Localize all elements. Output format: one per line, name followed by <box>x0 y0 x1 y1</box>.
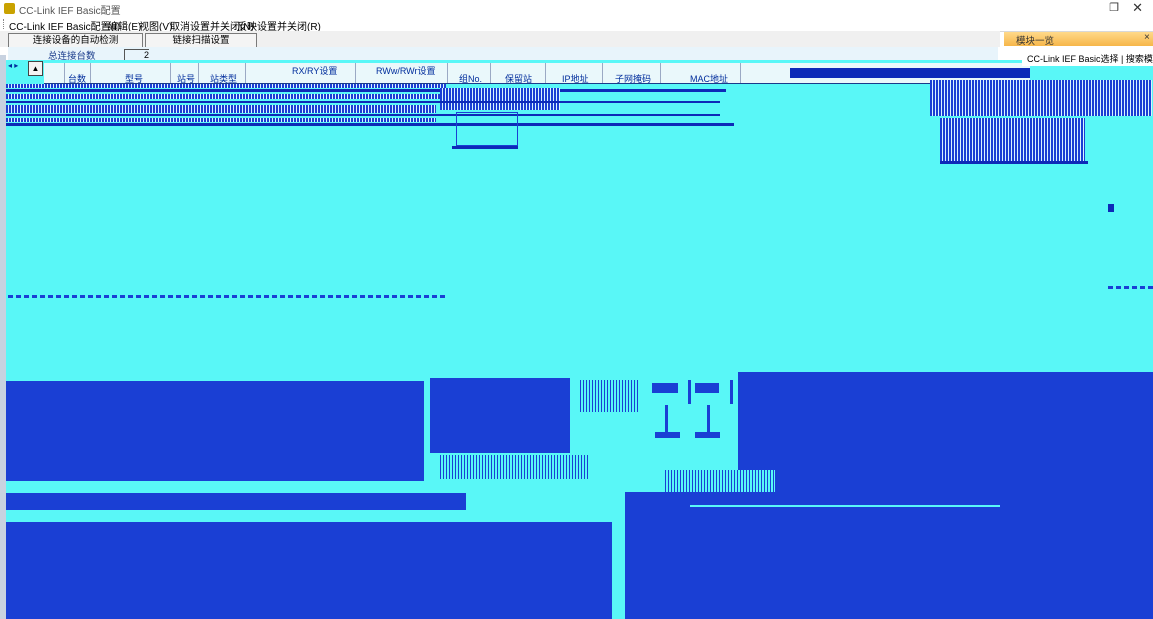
column-divider <box>602 63 603 83</box>
column-divider <box>64 63 65 83</box>
scroll-up-icon[interactable]: ▲ <box>28 61 43 76</box>
menu-grip-icon <box>3 19 6 29</box>
tab-ccl-select[interactable]: CC-Link IEF Basic选择 <box>1027 54 1119 64</box>
table-row-artifact <box>440 88 560 110</box>
lower-region-artifact <box>652 383 678 393</box>
lower-region-artifact <box>6 381 424 481</box>
lower-region-artifact <box>6 493 466 510</box>
link-scan-settings-button[interactable]: 链接扫描设置 <box>145 33 257 48</box>
title-bar <box>0 0 1153 17</box>
lower-region-artifact <box>695 383 719 393</box>
lower-region-artifact <box>770 482 1153 498</box>
lower-region-artifact <box>430 378 570 453</box>
column-divider <box>447 63 448 83</box>
column-divider <box>170 63 171 83</box>
column-divider <box>355 63 356 83</box>
panel-artifact <box>930 80 1152 116</box>
table-row-artifact <box>6 105 436 113</box>
restore-icon[interactable]: ❐ <box>1109 1 1119 14</box>
module-panel-title: 模块一览 <box>1016 36 1055 47</box>
column-divider <box>245 63 246 83</box>
table-row-artifact <box>6 101 720 103</box>
panel-artifact <box>790 68 1030 78</box>
table-nav-arrows-icon[interactable]: ◂ ▸ <box>8 61 18 70</box>
header-mac-address[interactable]: MAC地址 <box>690 72 728 85</box>
table-row-artifact <box>6 89 726 92</box>
panel-artifact <box>1108 204 1114 212</box>
header-rx-ry[interactable]: RX/RY设置 <box>292 64 337 77</box>
header-reserved[interactable]: 保留站 <box>505 72 532 85</box>
total-connections-value: 2 <box>124 49 149 60</box>
column-divider <box>545 63 546 83</box>
header-group-no[interactable]: 组No. <box>459 72 482 85</box>
app-icon <box>4 3 15 14</box>
lower-region-artifact <box>688 380 691 404</box>
table-row-artifact <box>6 114 720 116</box>
column-divider <box>740 63 741 83</box>
header-subnet-mask[interactable]: 子网掩码 <box>615 72 651 85</box>
column-divider <box>90 63 91 83</box>
table-row-artifact <box>6 84 446 88</box>
table-row-artifact <box>6 118 436 122</box>
close-icon[interactable]: ✕ <box>1132 0 1143 16</box>
header-ip-address[interactable]: IP地址 <box>562 72 589 85</box>
lower-region-artifact <box>707 405 710 437</box>
dotted-separator <box>8 295 448 298</box>
lower-region-artifact <box>730 380 733 404</box>
column-divider <box>660 63 661 83</box>
summary-row <box>8 47 998 60</box>
panel-close-icon[interactable]: × <box>1144 32 1150 43</box>
lower-region-artifact <box>625 492 1153 619</box>
panel-artifact <box>940 161 1088 164</box>
lower-region-artifact <box>6 522 612 619</box>
header-rwr-rww[interactable]: RWw/RWr设置 <box>376 64 436 77</box>
column-divider <box>198 63 199 83</box>
lower-region-artifact <box>580 380 638 412</box>
selected-cell-outline <box>456 112 518 146</box>
table-row-artifact <box>6 94 446 99</box>
column-divider <box>490 63 491 83</box>
auto-detect-button[interactable]: 连接设备的自动检测 <box>8 33 143 48</box>
dotted-separator <box>1108 286 1153 289</box>
tab-search-module[interactable]: 搜索模块 <box>1126 54 1153 64</box>
lower-region-artifact <box>665 405 668 437</box>
lower-region-artifact <box>738 372 1153 482</box>
module-panel-tabs: CC-Link IEF Basic选择 | 搜索模块 | 收 <box>1027 52 1153 65</box>
window-title: CC-Link IEF Basic配置 <box>19 6 121 17</box>
table-row-artifact <box>6 123 734 126</box>
lower-region-artifact <box>665 470 775 492</box>
lower-region-artifact <box>440 455 590 479</box>
table-row-artifact <box>452 146 518 149</box>
lower-region-artifact <box>690 505 1000 507</box>
panel-artifact <box>940 118 1085 162</box>
